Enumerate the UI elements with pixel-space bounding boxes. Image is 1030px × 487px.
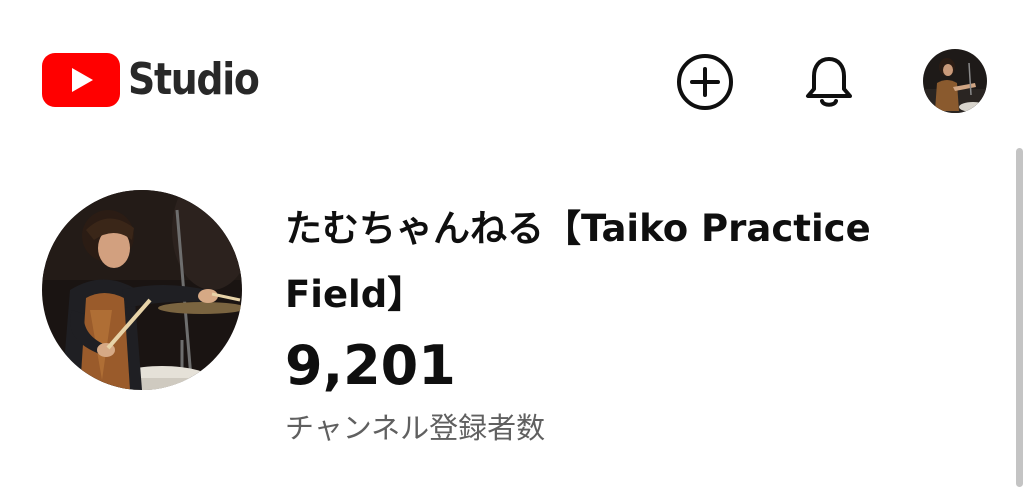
subscriber-count: 9,201	[285, 334, 456, 397]
bell-icon	[806, 57, 852, 107]
youtube-logo-icon	[42, 53, 120, 107]
channel-avatar-image	[42, 190, 242, 390]
account-avatar-button[interactable]	[923, 49, 987, 113]
channel-avatar[interactable]	[42, 190, 242, 390]
channel-name[interactable]: たむちゃんねる【Taiko Practice Field】	[285, 196, 965, 328]
scrollbar[interactable]	[1016, 148, 1023, 487]
studio-header: Studio	[0, 0, 1030, 150]
channel-info: たむちゃんねる【Taiko Practice Field】 9,201 チャンネ…	[285, 196, 985, 448]
studio-logo-text: Studio	[128, 54, 260, 105]
plus-circle-icon	[677, 54, 733, 110]
subscriber-label: チャンネル登録者数	[285, 411, 546, 445]
notifications-button[interactable]	[799, 52, 859, 112]
avatar	[923, 49, 987, 113]
create-button[interactable]	[675, 52, 735, 112]
studio-logo[interactable]: Studio	[42, 52, 280, 108]
